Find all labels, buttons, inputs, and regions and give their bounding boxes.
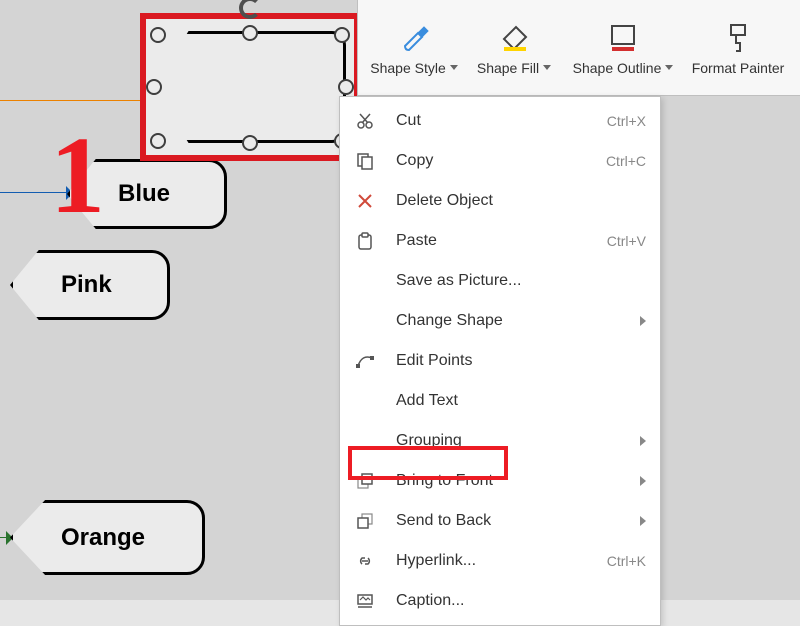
menu-save-as-picture[interactable]: Save as Picture... — [340, 261, 660, 301]
shape-context-menu: Cut Ctrl+X Copy Ctrl+C Delete Object Pas… — [339, 96, 661, 626]
caption-icon — [354, 590, 376, 612]
toolbar-label: Shape Outline — [573, 60, 662, 76]
cut-icon — [354, 110, 376, 132]
menu-grouping[interactable]: Grouping — [340, 421, 660, 461]
submenu-caret-icon — [640, 516, 646, 526]
shape-outline-button[interactable]: Shape Outline — [564, 0, 682, 95]
menu-hyperlink[interactable]: Hyperlink... Ctrl+K — [340, 541, 660, 581]
toolbar-label: Format Painter — [692, 60, 785, 76]
menu-delete-object[interactable]: Delete Object — [340, 181, 660, 221]
menu-shortcut: Ctrl+V — [607, 233, 646, 249]
menu-change-shape[interactable]: Change Shape — [340, 301, 660, 341]
menu-shortcut: Ctrl+K — [607, 553, 646, 569]
resize-handle[interactable] — [146, 79, 162, 95]
menu-label: Send to Back — [396, 512, 491, 530]
menu-label: Copy — [396, 152, 433, 170]
menu-label: Save as Picture... — [396, 272, 521, 290]
menu-label: Paste — [396, 232, 437, 250]
menu-shortcut: Ctrl+X — [607, 113, 646, 129]
delete-icon — [354, 190, 376, 212]
annotation-step-1: 1 — [50, 120, 105, 230]
dropdown-caret-icon — [543, 65, 551, 70]
resize-handle[interactable] — [150, 27, 166, 43]
shape-label: Pink — [61, 271, 112, 299]
blank-icon — [354, 390, 376, 412]
shape-fill-button[interactable]: Shape Fill — [464, 0, 564, 95]
menu-label: Hyperlink... — [396, 552, 476, 570]
submenu-caret-icon — [640, 316, 646, 326]
selected-shape[interactable] — [140, 13, 360, 161]
resize-handle[interactable] — [338, 79, 354, 95]
menu-label: Cut — [396, 112, 421, 130]
toolbar-label: Shape Fill — [477, 60, 539, 76]
submenu-caret-icon — [640, 476, 646, 486]
menu-label: Bring to Front — [396, 472, 493, 490]
resize-handle[interactable] — [242, 25, 258, 41]
paste-icon — [354, 230, 376, 252]
menu-label: Caption... — [396, 592, 464, 610]
shape-orange[interactable]: Orange — [10, 500, 205, 575]
resize-handle[interactable] — [242, 135, 258, 151]
toolbar-label: Shape Style — [370, 60, 446, 76]
blank-icon — [354, 270, 376, 292]
shape-label: Blue — [118, 180, 170, 208]
menu-paste[interactable]: Paste Ctrl+V — [340, 221, 660, 261]
send-to-back-icon — [354, 510, 376, 532]
shape-label: Orange — [61, 524, 145, 552]
menu-bring-to-front[interactable]: Bring to Front — [340, 461, 660, 501]
connector-orange[interactable] — [0, 100, 155, 101]
shape-pink[interactable]: Pink — [10, 250, 170, 320]
shape-style-button[interactable]: Shape Style — [364, 0, 464, 95]
menu-caption[interactable]: Caption... — [340, 581, 660, 621]
menu-send-to-back[interactable]: Send to Back — [340, 501, 660, 541]
menu-label: Change Shape — [396, 312, 503, 330]
menu-copy[interactable]: Copy Ctrl+C — [340, 141, 660, 181]
shape-format-toolbar: Shape Style Shape Fill Shape Outline For… — [357, 0, 800, 96]
outline-icon — [606, 20, 640, 54]
menu-label: Grouping — [396, 432, 462, 450]
rotate-handle-icon[interactable] — [239, 0, 261, 19]
selected-shape-body[interactable] — [154, 31, 346, 143]
resize-handle[interactable] — [150, 133, 166, 149]
menu-cut[interactable]: Cut Ctrl+X — [340, 101, 660, 141]
copy-icon — [354, 150, 376, 172]
format-painter-icon — [721, 20, 755, 54]
menu-shortcut: Ctrl+C — [606, 153, 646, 169]
blank-icon — [354, 430, 376, 452]
bucket-icon — [497, 20, 531, 54]
resize-handle[interactable] — [334, 27, 350, 43]
menu-label: Edit Points — [396, 352, 472, 370]
format-painter-button[interactable]: Format Painter — [682, 0, 794, 95]
link-icon — [354, 550, 376, 572]
menu-label: Delete Object — [396, 192, 493, 210]
dropdown-caret-icon — [450, 65, 458, 70]
submenu-caret-icon — [640, 436, 646, 446]
brush-icon — [397, 20, 431, 54]
bring-to-front-icon — [354, 470, 376, 492]
dropdown-caret-icon — [665, 65, 673, 70]
menu-edit-points[interactable]: Edit Points — [340, 341, 660, 381]
menu-label: Add Text — [396, 392, 458, 410]
blank-icon — [354, 310, 376, 332]
edit-points-icon — [354, 350, 376, 372]
menu-add-text[interactable]: Add Text — [340, 381, 660, 421]
